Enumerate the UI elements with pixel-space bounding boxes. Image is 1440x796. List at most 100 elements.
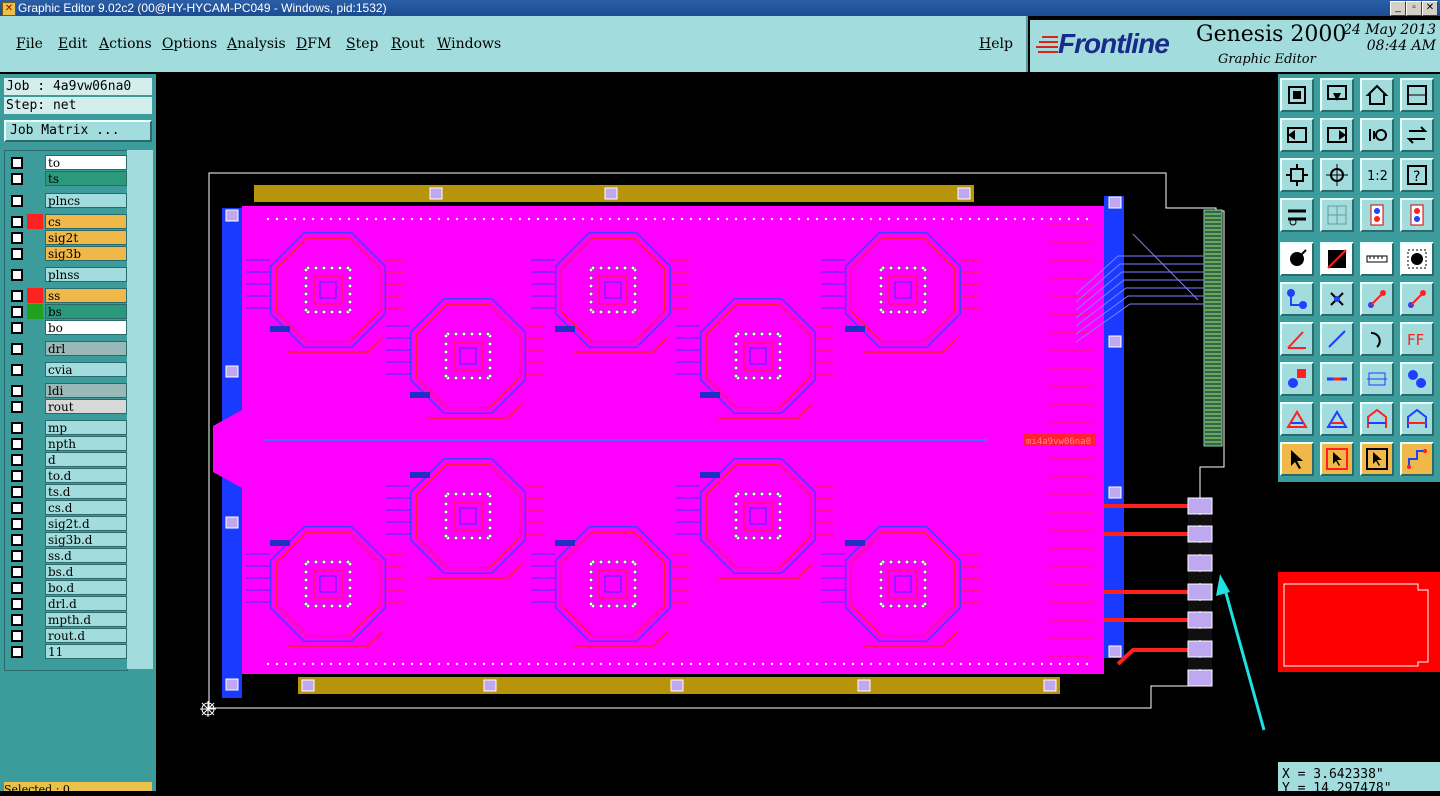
maximize-button[interactable]: ▫ bbox=[1406, 1, 1422, 16]
layer-checkbox[interactable] bbox=[11, 630, 23, 642]
layer-name[interactable]: rout bbox=[45, 399, 127, 414]
tool-button-node[interactable] bbox=[1280, 362, 1314, 396]
tool-button-text[interactable]: FF bbox=[1400, 322, 1434, 356]
menu-edit[interactable]: Edit bbox=[58, 36, 87, 52]
tool-button-snap[interactable] bbox=[1360, 198, 1394, 232]
layer-name[interactable]: cs.d bbox=[45, 500, 127, 515]
layer-row-ts-d[interactable]: ts.d bbox=[9, 484, 127, 499]
layer-checkbox[interactable] bbox=[11, 614, 23, 626]
layer-row-11[interactable]: 11 bbox=[9, 644, 127, 659]
tool-button-snap-off[interactable] bbox=[1400, 198, 1434, 232]
layer-name[interactable]: mp bbox=[45, 420, 127, 435]
tool-button-measure[interactable] bbox=[1280, 198, 1314, 232]
layer-name[interactable]: ss bbox=[45, 288, 127, 303]
layer-row-cvia[interactable]: cvia bbox=[9, 362, 127, 377]
layer-name[interactable]: cvia bbox=[45, 362, 127, 377]
layer-name[interactable]: rout.d bbox=[45, 628, 127, 643]
tool-button-drill[interactable] bbox=[1400, 242, 1434, 276]
layer-row-bs[interactable]: bs bbox=[9, 304, 127, 319]
layer-name[interactable]: mpth.d bbox=[45, 612, 127, 627]
layer-row-rout-d[interactable]: rout.d bbox=[9, 628, 127, 643]
layer-name[interactable]: cs bbox=[45, 214, 127, 229]
tool-button-triangle-2[interactable] bbox=[1320, 402, 1354, 436]
layer-checkbox[interactable] bbox=[11, 582, 23, 594]
minimize-button[interactable]: _ bbox=[1390, 1, 1406, 16]
layer-row-bo-d[interactable]: bo.d bbox=[9, 580, 127, 595]
menu-actions[interactable]: Actions bbox=[99, 36, 152, 52]
tool-button-zoom-center[interactable] bbox=[1320, 158, 1354, 192]
menu-rout[interactable]: Rout bbox=[391, 36, 425, 52]
tool-button-swap[interactable] bbox=[1400, 118, 1434, 152]
tool-button-line[interactable] bbox=[1320, 242, 1354, 276]
layer-row-mpth-d[interactable]: mpth.d bbox=[9, 612, 127, 627]
layer-checkbox[interactable] bbox=[11, 385, 23, 397]
layer-name[interactable]: sig3b.d bbox=[45, 532, 127, 547]
menu-step[interactable]: Step bbox=[346, 36, 378, 52]
layer-name[interactable]: drl.d bbox=[45, 596, 127, 611]
tool-button-pointer-box[interactable] bbox=[1320, 442, 1354, 476]
layer-row-d[interactable]: d bbox=[9, 452, 127, 467]
tool-button-arch-2[interactable] bbox=[1400, 402, 1434, 436]
layer-name[interactable]: npth bbox=[45, 436, 127, 451]
tool-button-group[interactable] bbox=[1400, 362, 1434, 396]
layer-name[interactable]: to bbox=[45, 155, 127, 170]
layer-checkbox[interactable] bbox=[11, 422, 23, 434]
layer-checkbox[interactable] bbox=[11, 173, 23, 185]
layer-color-swatch[interactable] bbox=[27, 288, 43, 303]
layer-checkbox[interactable] bbox=[11, 486, 23, 498]
layer-checkbox[interactable] bbox=[11, 550, 23, 562]
layer-name[interactable]: bs.d bbox=[45, 564, 127, 579]
layer-name[interactable]: ts bbox=[45, 171, 127, 186]
layer-checkbox[interactable] bbox=[11, 322, 23, 334]
layer-name[interactable]: sig2t bbox=[45, 230, 127, 245]
layer-name[interactable]: bs bbox=[45, 304, 127, 319]
layer-name[interactable]: ldi bbox=[45, 383, 127, 398]
layer-row-to[interactable]: to bbox=[9, 155, 127, 170]
layer-name[interactable]: d bbox=[45, 452, 127, 467]
layer-name[interactable]: to.d bbox=[45, 468, 127, 483]
layer-name[interactable]: bo bbox=[45, 320, 127, 335]
layer-row-ss[interactable]: ss bbox=[9, 288, 127, 303]
tool-button-pan-left[interactable] bbox=[1280, 118, 1314, 152]
tool-button-grid[interactable] bbox=[1320, 198, 1354, 232]
tool-button-home-all[interactable] bbox=[1280, 78, 1314, 112]
layer-checkbox[interactable] bbox=[11, 157, 23, 169]
job-matrix-button[interactable]: Job Matrix ... bbox=[4, 120, 152, 142]
layer-row-plnss[interactable]: plnss bbox=[9, 267, 127, 282]
tool-button-pointer[interactable] bbox=[1280, 442, 1314, 476]
layer-row-cs[interactable]: cs bbox=[9, 214, 127, 229]
layer-checkbox[interactable] bbox=[11, 216, 23, 228]
tool-button-route-end[interactable] bbox=[1400, 282, 1434, 316]
layer-list-scrollbar[interactable] bbox=[127, 150, 153, 669]
tool-button-angle[interactable] bbox=[1280, 322, 1314, 356]
layer-color-swatch[interactable] bbox=[27, 214, 43, 229]
layer-name[interactable]: bo.d bbox=[45, 580, 127, 595]
layer-checkbox[interactable] bbox=[11, 195, 23, 207]
layer-checkbox[interactable] bbox=[11, 248, 23, 260]
layer-checkbox[interactable] bbox=[11, 646, 23, 658]
layer-row-rout[interactable]: rout bbox=[9, 399, 127, 414]
layer-row-sig2t-d[interactable]: sig2t.d bbox=[9, 516, 127, 531]
tool-button-zoom-home[interactable] bbox=[1320, 78, 1354, 112]
layer-row-sig3b-d[interactable]: sig3b.d bbox=[9, 532, 127, 547]
layer-name[interactable]: plncs bbox=[45, 193, 127, 208]
layer-row-sig2t[interactable]: sig2t bbox=[9, 230, 127, 245]
tool-button-arch[interactable] bbox=[1360, 402, 1394, 436]
layer-checkbox[interactable] bbox=[11, 454, 23, 466]
layer-name[interactable]: sig2t.d bbox=[45, 516, 127, 531]
tool-button-connect[interactable] bbox=[1280, 282, 1314, 316]
layer-checkbox[interactable] bbox=[11, 232, 23, 244]
tool-button-help[interactable]: ? bbox=[1400, 158, 1434, 192]
layer-checkbox[interactable] bbox=[11, 269, 23, 281]
menu-file[interactable]: File bbox=[16, 36, 43, 52]
layer-checkbox[interactable] bbox=[11, 401, 23, 413]
layer-name[interactable]: 11 bbox=[45, 644, 127, 659]
tool-button-ruler[interactable] bbox=[1360, 242, 1394, 276]
layer-color-swatch[interactable] bbox=[27, 304, 43, 319]
layer-row-drl[interactable]: drl bbox=[9, 341, 127, 356]
layer-checkbox[interactable] bbox=[11, 364, 23, 376]
layer-row-cs-d[interactable]: cs.d bbox=[9, 500, 127, 515]
layer-checkbox[interactable] bbox=[11, 598, 23, 610]
menu-options[interactable]: Options bbox=[162, 36, 217, 52]
tool-button-triangle[interactable] bbox=[1280, 402, 1314, 436]
